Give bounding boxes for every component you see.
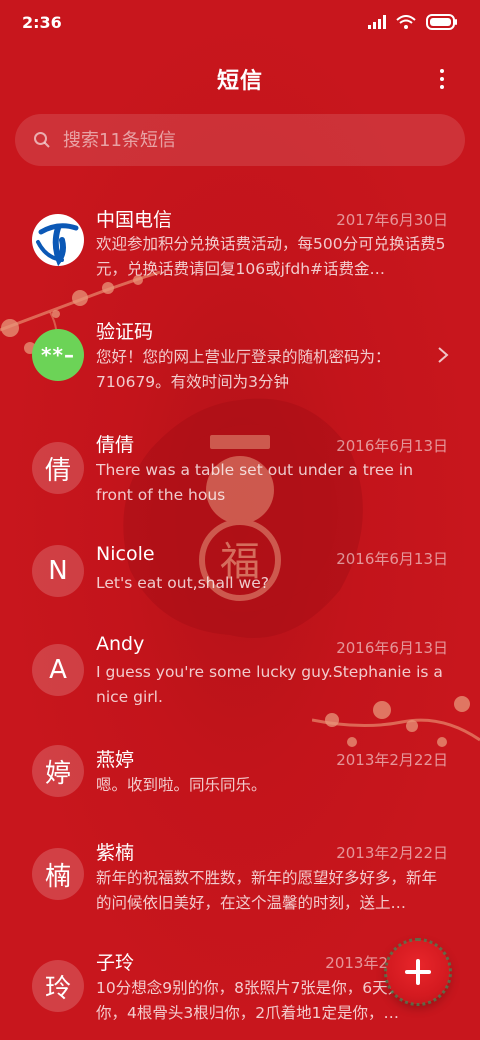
contact-avatar: N: [32, 545, 84, 597]
fab-decoration: [384, 938, 452, 1006]
contact-name: 子玲: [96, 952, 135, 974]
new-message-button[interactable]: [384, 938, 452, 1006]
message-preview: 欢迎参加积分兑换话费活动，每500分可兑换话费5元，兑换话费请回复106或jfd…: [96, 235, 446, 278]
contact-avatar: 倩: [32, 442, 84, 494]
message-preview: I guess you're some lucky guy.Stephanie …: [96, 663, 443, 706]
contact-name: 燕婷: [96, 749, 135, 771]
message-preview: 您好！您的网上营业厅登录的随机密码为：710679。有效时间为3分钟: [96, 348, 391, 391]
wifi-icon: [396, 15, 416, 29]
conversation-row[interactable]: N Nicole 2016年6月13日 Let's eat out,shall …: [0, 527, 480, 627]
conversation-row[interactable]: 倩 倩倩 2016年6月13日 There was a table set ou…: [0, 414, 480, 514]
conversation-row[interactable]: 楠 紫楠 2013年2月22日 新年的祝福数不胜数，新年的愿望好多好多，新年的问…: [0, 828, 480, 928]
contact-avatar: A: [32, 644, 84, 696]
message-preview: 新年的祝福数不胜数，新年的愿望好多好多，新年的问候依旧美好，在这个温馨的时刻，送…: [96, 869, 438, 912]
contact-name: Nicole: [96, 543, 155, 565]
more-options-icon[interactable]: [432, 64, 452, 94]
app-header: 短信: [0, 56, 480, 102]
message-preview: There was a table set out under a tree i…: [96, 461, 414, 504]
status-bar: 2:36: [0, 0, 480, 44]
verification-code-avatar: **–: [32, 329, 84, 381]
status-time: 2:36: [22, 12, 62, 32]
message-date: 2017年6月30日: [336, 211, 448, 229]
contact-name: Andy: [96, 633, 145, 655]
message-preview: 嗯。收到啦。同乐同乐。: [96, 776, 267, 794]
contact-avatar: 婷: [32, 745, 84, 797]
message-date: 2013年2月22日: [336, 844, 448, 862]
message-date: 2016年6月13日: [336, 639, 448, 657]
search-bar[interactable]: [15, 114, 465, 166]
search-input[interactable]: [61, 128, 425, 152]
contact-name: 验证码: [96, 321, 154, 343]
page-title: 短信: [216, 69, 263, 94]
conversation-row[interactable]: 婷 燕婷 2013年2月22日 嗯。收到啦。同乐同乐。: [0, 735, 480, 835]
conversation-row[interactable]: 中国电信 2017年6月30日 欢迎参加积分兑换话费活动，每500分可兑换话费5…: [0, 188, 480, 288]
battery-icon: [426, 14, 457, 30]
message-date: 2016年6月13日: [336, 437, 448, 455]
conversation-row[interactable]: **– 验证码 您好！您的网上营业厅登录的随机密码为：710679。有效时间为3…: [0, 301, 480, 401]
message-date: 2013年2: [325, 954, 388, 972]
conversation-row[interactable]: A Andy 2016年6月13日 I guess you're some lu…: [0, 628, 480, 728]
chevron-right-icon: [438, 347, 449, 363]
signal-icon: [368, 15, 386, 29]
contact-name: 紫楠: [96, 842, 135, 864]
contact-name: 倩倩: [96, 434, 135, 456]
message-date: 2016年6月13日: [336, 550, 448, 568]
contact-avatar: 玲: [32, 960, 84, 1012]
contact-name: 中国电信: [96, 209, 173, 231]
china-telecom-logo-icon: [32, 214, 84, 266]
message-preview: Let's eat out,shall we?: [96, 574, 269, 592]
search-icon: [34, 132, 50, 148]
contact-avatar: 楠: [32, 848, 84, 900]
message-date: 2013年2月22日: [336, 751, 448, 769]
